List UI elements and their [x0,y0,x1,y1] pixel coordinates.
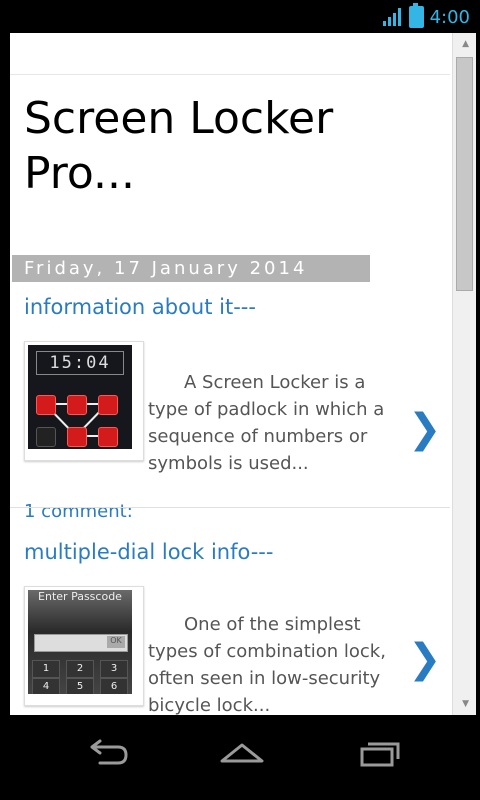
navigation-bar [0,715,480,800]
status-icons: 4:00 [382,3,470,28]
keypad-key: 1 [32,660,60,678]
date-header: Friday, 17 January 2014 [12,255,370,282]
post-snippet: One of the simplest types of combination… [148,611,398,715]
web-content[interactable]: Screen Locker Pro... Friday, 17 January … [10,33,476,715]
thumbnail-passcode-field: OK [34,634,128,652]
post-snippet-text: A Screen Locker is a type of padlock in … [148,372,385,474]
back-icon[interactable] [78,733,138,773]
comments-link[interactable]: 1 comment: [24,501,133,522]
post-title-link[interactable]: multiple-dial lock info--- [24,540,273,564]
scroll-down-icon[interactable]: ▼ [462,699,469,709]
keypad-key: 6 [100,678,128,694]
pattern-lock-image: 15:04 [28,345,132,449]
thumbnail-ok: OK [107,636,125,648]
keypad-key: 2 [66,660,94,678]
keypad-key: 4 [32,678,60,694]
chevron-right-icon[interactable]: ❯ [408,636,442,682]
status-bar: 4:00 [0,0,480,33]
battery-icon [408,3,424,28]
status-time: 4:00 [429,6,470,28]
thumbnail-passcode-title: Enter Passcode [38,590,122,603]
scroll-up-icon[interactable]: ▲ [462,39,469,49]
post-thumbnail[interactable]: Enter Passcode OK 1 2 3 4 5 6 [24,586,144,706]
scrollbar[interactable]: ▲ ▼ [452,33,476,715]
blog-title[interactable]: Screen Locker Pro... [24,91,444,201]
home-icon[interactable] [212,733,272,773]
post-title-link[interactable]: information about it--- [24,295,256,319]
post-divider [10,507,450,508]
chevron-right-icon[interactable]: ❯ [408,406,442,452]
signal-icon [382,8,403,26]
passcode-image: Enter Passcode OK 1 2 3 4 5 6 [28,590,132,694]
scrollbar-thumb[interactable] [456,57,473,291]
post-thumbnail[interactable]: 15:04 [24,341,144,461]
header-divider [10,74,450,75]
post-snippet: A Screen Locker is a type of padlock in … [148,369,398,477]
post-snippet-text: One of the simplest types of combination… [148,614,386,715]
keypad-key: 5 [66,678,94,694]
recent-apps-icon[interactable] [352,733,412,773]
keypad-key: 3 [100,660,128,678]
